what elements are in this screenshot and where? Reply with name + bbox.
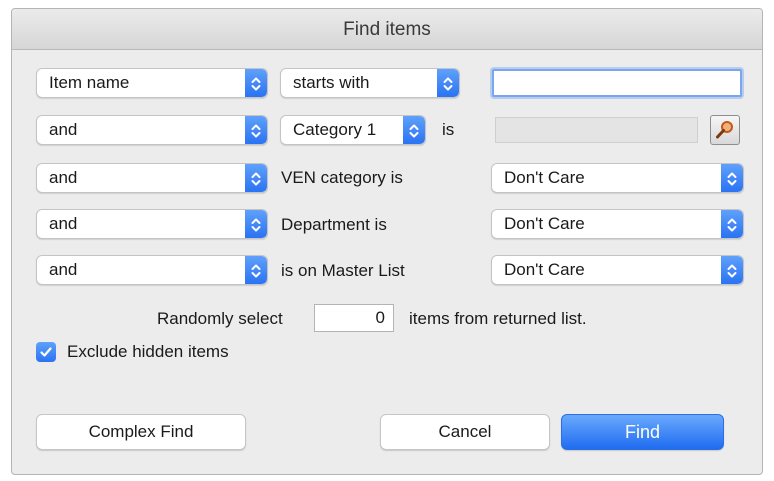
master-list-label: is on Master List <box>281 261 405 280</box>
category-select[interactable]: Category 1 <box>280 115 426 145</box>
exclude-hidden-label: Exclude hidden items <box>67 342 229 361</box>
logic-select-row5[interactable]: and <box>36 255 268 285</box>
ven-category-select[interactable]: Don't Care <box>491 163 744 193</box>
cancel-button[interactable]: Cancel <box>380 414 550 450</box>
logic-select-value: and <box>49 214 78 233</box>
logic-select-row4[interactable]: and <box>36 209 268 239</box>
find-items-dialog: Find items Item name starts with and Cat… <box>11 8 763 475</box>
operator-select[interactable]: starts with <box>280 68 460 98</box>
field-select[interactable]: Item name <box>36 68 268 98</box>
category-select-value: Category 1 <box>293 120 377 139</box>
exclude-hidden-checkbox[interactable] <box>36 342 56 362</box>
chevron-up-down-icon <box>245 69 267 97</box>
random-count-input[interactable]: 0 <box>314 304 394 332</box>
department-select-value: Don't Care <box>504 214 585 233</box>
chevron-up-down-icon <box>721 210 743 238</box>
dialog-title: Find items <box>12 9 762 50</box>
ven-category-select-value: Don't Care <box>504 168 585 187</box>
logic-select-value: and <box>49 120 78 139</box>
category-lookup-button[interactable] <box>710 115 740 145</box>
chevron-up-down-icon <box>245 116 267 144</box>
item-name-input[interactable] <box>492 69 742 97</box>
department-select[interactable]: Don't Care <box>491 209 744 239</box>
random-select-suffix: items from returned list. <box>409 309 587 328</box>
magnifier-icon <box>716 121 733 139</box>
category-value-field <box>495 117 698 143</box>
department-label: Department is <box>281 215 387 234</box>
category-is-label: is <box>442 120 455 139</box>
logic-select-value: and <box>49 168 78 187</box>
ven-category-label: VEN category is <box>281 168 403 187</box>
logic-select-row2[interactable]: and <box>36 115 268 145</box>
logic-select-row3[interactable]: and <box>36 163 268 193</box>
checkmark-icon <box>40 347 52 357</box>
master-list-select-value: Don't Care <box>504 260 585 279</box>
chevron-up-down-icon <box>437 69 459 97</box>
logic-select-value: and <box>49 260 78 279</box>
chevron-up-down-icon <box>721 256 743 284</box>
chevron-up-down-icon <box>245 164 267 192</box>
chevron-up-down-icon <box>245 256 267 284</box>
random-select-prefix: Randomly select <box>157 309 283 328</box>
complex-find-button[interactable]: Complex Find <box>36 414 246 450</box>
master-list-select[interactable]: Don't Care <box>491 255 744 285</box>
find-button[interactable]: Find <box>561 414 724 450</box>
field-select-value: Item name <box>49 73 130 92</box>
chevron-up-down-icon <box>721 164 743 192</box>
operator-select-value: starts with <box>293 73 370 92</box>
chevron-up-down-icon <box>245 210 267 238</box>
chevron-up-down-icon <box>403 116 425 144</box>
